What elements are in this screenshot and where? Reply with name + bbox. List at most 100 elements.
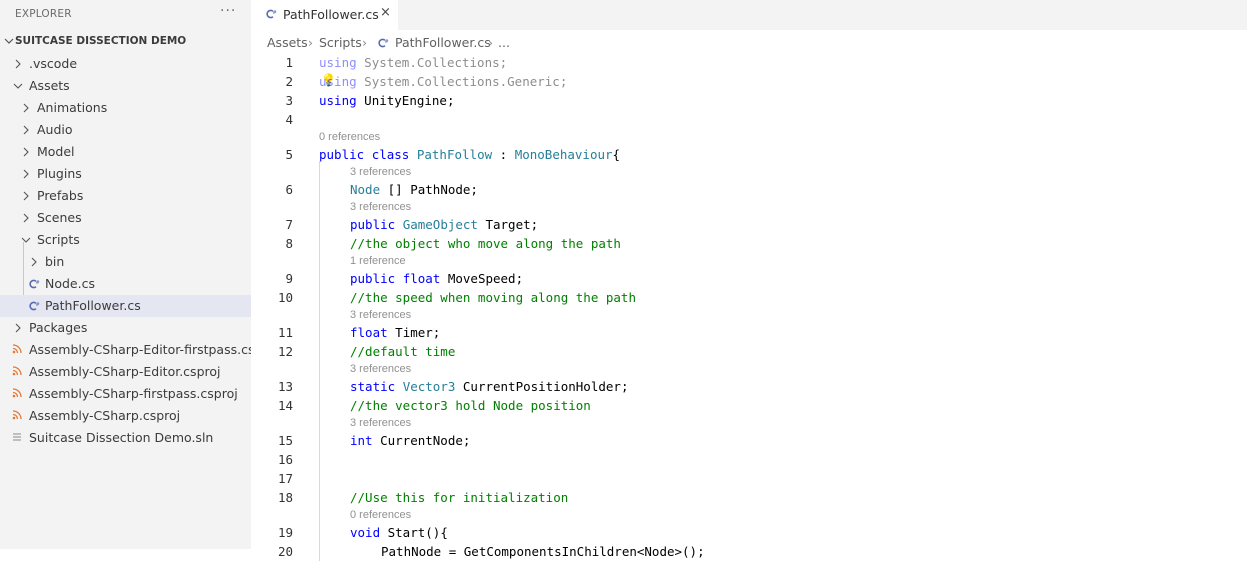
tree-item-label: Animations [37, 100, 108, 115]
chevron-down-icon [13, 83, 23, 89]
tree-item-label: Assembly-CSharp.csproj [29, 408, 181, 423]
code-line-15: int CurrentNode; [350, 433, 470, 448]
code-line-3: using UnityEngine; [319, 93, 454, 108]
code-line-19: void Start(){ [350, 525, 448, 540]
code-line-7: public GameObject Target; [350, 217, 538, 232]
tree-item-label: Audio [37, 122, 73, 137]
tree-item-label: Assembly-CSharp-Editor.csproj [29, 364, 221, 379]
breadcrumb-symbol[interactable]: ... [498, 35, 510, 50]
line-number: 8 [285, 236, 293, 251]
line-number: 9 [285, 271, 293, 286]
code-token: Timer; [387, 325, 441, 340]
code-editor[interactable]: 💡 1 2 3 4 5 6 7 8 9 10 11 12 13 14 15 16… [251, 53, 1247, 561]
codelens-references[interactable]: 1 reference [350, 255, 406, 267]
tree-item-label: bin [45, 254, 65, 269]
line-number: 19 [277, 525, 293, 540]
tree-item-vscode[interactable]: .vscode [0, 53, 251, 75]
chevron-right-icon [23, 169, 29, 179]
code-token: int [350, 433, 373, 448]
code-token: System.Collections; [356, 55, 508, 70]
chevron-right-icon [23, 213, 29, 223]
tree-item-prefabs[interactable]: Prefabs [0, 185, 251, 207]
tree-item-animations[interactable]: Animations [0, 97, 251, 119]
code-token: float [402, 271, 441, 286]
code-token: CurrentNode; [372, 433, 471, 448]
tree-item-node-cs[interactable]: # Node.cs [0, 273, 251, 295]
line-number: 15 [277, 433, 293, 448]
code-line-8: //the object who move along the path [350, 236, 621, 251]
code-line-9: public float MoveSpeed; [350, 271, 523, 286]
codelens-references[interactable]: 0 references [350, 509, 411, 521]
line-number: 17 [277, 471, 293, 486]
tree-item-label: Assets [29, 78, 70, 93]
svg-text:#: # [273, 10, 277, 16]
code-line-6: Node [] PathNode; [350, 182, 478, 197]
tab-pathfollower[interactable]: # PathFollower.cs × [251, 0, 398, 30]
codelens-references[interactable]: 3 references [350, 309, 411, 321]
svg-text:#: # [36, 280, 40, 286]
tree-item-assets[interactable]: Assets [0, 75, 251, 97]
chevron-down-icon [4, 38, 14, 44]
code-line-18: //Use this for initialization [350, 490, 569, 505]
indent-guide [319, 161, 320, 561]
code-token: { [612, 147, 621, 162]
line-number: 18 [277, 490, 293, 505]
codelens-references[interactable]: 3 references [350, 166, 411, 178]
code-line-10: //the speed when moving along the path [350, 290, 636, 305]
code-token: Node [350, 182, 381, 197]
breadcrumb-assets[interactable]: Assets [267, 35, 308, 50]
breadcrumb-file[interactable]: PathFollower.cs [395, 35, 491, 50]
tree-item-pathfollower-cs[interactable]: # PathFollower.cs [0, 295, 251, 317]
codelens-references[interactable]: 3 references [350, 417, 411, 429]
rss-file-icon [12, 366, 22, 376]
chevron-right-icon [23, 125, 29, 135]
explorer-header: EXPLORER ··· [0, 0, 251, 30]
tree-item-label: PathFollower.cs [45, 298, 141, 313]
breadcrumb: Assets › Scripts › # PathFollower.cs › .… [251, 31, 1247, 53]
tree-item-bin[interactable]: bin [0, 251, 251, 273]
tree-item-sln[interactable]: Suitcase Dissection Demo.sln [0, 427, 251, 449]
line-number: 4 [285, 112, 293, 127]
code-token: PathFollow [416, 147, 493, 162]
tree-item-csproj-csharp[interactable]: Assembly-CSharp.csproj [0, 405, 251, 427]
tree-item-csproj-editor-firstpass[interactable]: Assembly-CSharp-Editor-firstpass.cs... [0, 339, 251, 361]
chevron-right-icon [23, 147, 29, 157]
tree-item-packages[interactable]: Packages [0, 317, 251, 339]
tree-item-plugins[interactable]: Plugins [0, 163, 251, 185]
breadcrumb-separator: › [488, 35, 493, 50]
line-number: 6 [285, 182, 293, 197]
codelens-references[interactable]: 0 references [319, 131, 380, 143]
line-number: 5 [285, 147, 293, 162]
line-number: 10 [277, 290, 293, 305]
code-line-1: using System.Collections; [319, 55, 507, 70]
tree-item-scenes[interactable]: Scenes [0, 207, 251, 229]
csharp-file-icon: # [378, 38, 389, 48]
code-token: public [350, 217, 396, 232]
more-actions-icon[interactable]: ··· [220, 3, 236, 19]
line-number: 2 [285, 74, 293, 89]
rss-file-icon [12, 388, 22, 398]
tree-item-scripts[interactable]: Scripts [0, 229, 251, 251]
tree-item-csproj-firstpass[interactable]: Assembly-CSharp-firstpass.csproj [0, 383, 251, 405]
breadcrumb-scripts[interactable]: Scripts [319, 35, 362, 50]
csharp-file-icon: # [29, 279, 40, 289]
codelens-references[interactable]: 3 references [350, 201, 411, 213]
tree-item-csproj-editor[interactable]: Assembly-CSharp-Editor.csproj [0, 361, 251, 383]
explorer-sidebar: EXPLORER ··· SUITCASE DISSECTION DEMO .v… [0, 0, 251, 549]
tree-item-model[interactable]: Model [0, 141, 251, 163]
chevron-right-icon [23, 191, 29, 201]
code-line-12: //default time [350, 344, 456, 359]
code-token: using [319, 55, 357, 70]
tree-item-audio[interactable]: Audio [0, 119, 251, 141]
chevron-right-icon [31, 257, 37, 267]
tree-item-label: Scripts [37, 232, 80, 247]
code-token: static [350, 379, 396, 394]
project-folder[interactable]: SUITCASE DISSECTION DEMO [0, 31, 251, 53]
code-token: UnityEngine; [356, 93, 455, 108]
line-number: 13 [277, 379, 293, 394]
close-icon[interactable]: × [380, 5, 391, 20]
codelens-references[interactable]: 3 references [350, 363, 411, 375]
tree-item-label: Scenes [37, 210, 82, 225]
code-token: using [319, 93, 357, 108]
code-token: CurrentPositionHolder; [455, 379, 629, 394]
